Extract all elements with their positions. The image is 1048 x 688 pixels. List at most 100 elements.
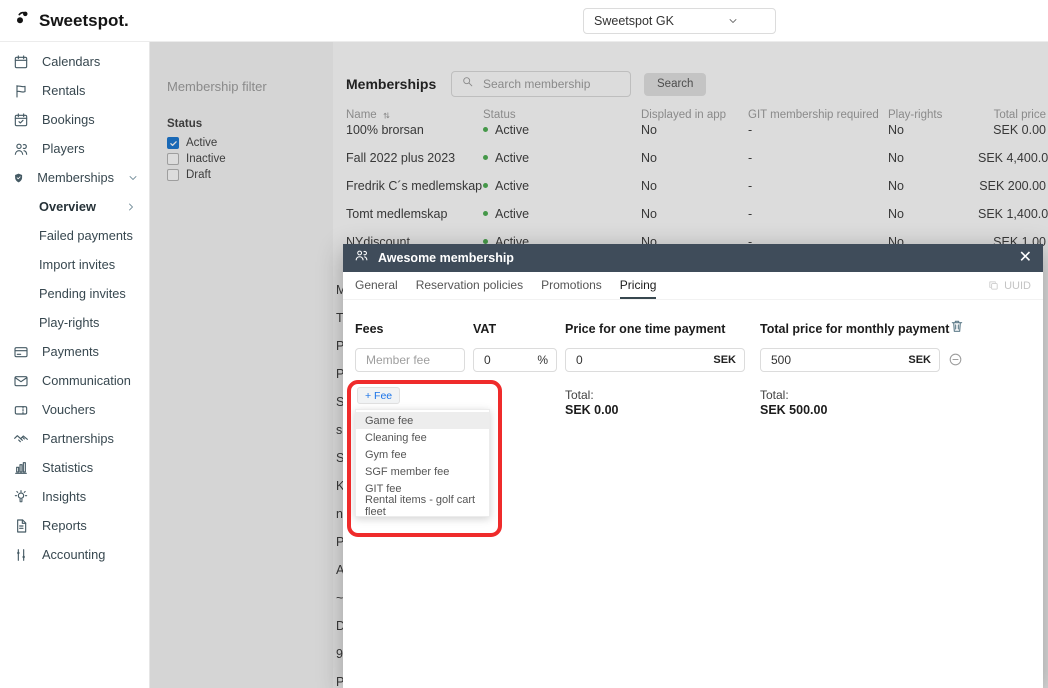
percent-suffix: % <box>537 353 548 367</box>
trash-icon <box>949 318 965 334</box>
top-bar: Sweetspot. Sweetspot GK <box>0 0 1048 42</box>
sidebar-item-label: Payments <box>42 344 99 359</box>
close-icon[interactable]: ✕ <box>1019 250 1032 266</box>
sidebar-item-label: Communication <box>42 373 131 388</box>
tab-general[interactable]: General <box>355 272 398 299</box>
sidebar-item-label: Reports <box>42 518 87 533</box>
sidebar-item-label: Failed payments <box>39 228 133 243</box>
sidebar-item-label: Rentals <box>42 83 85 98</box>
sidebar-item-calendars[interactable]: Calendars <box>0 47 149 76</box>
tab-pricing[interactable]: Pricing <box>620 272 657 299</box>
sweetspot-logo-icon <box>14 9 32 32</box>
tab-reservation-policies[interactable]: Reservation policies <box>416 272 523 299</box>
uuid-button[interactable]: UUID <box>988 280 1031 292</box>
sweetspot-logo-text: Sweetspot. <box>39 11 129 31</box>
sidebar-item-label: Bookings <box>42 112 95 127</box>
fee-type-dropdown: Game feeCleaning feeGym feeSGF member fe… <box>355 409 490 517</box>
logo-mark <box>14 9 32 27</box>
players-icon <box>13 141 29 157</box>
sidebar-item-players[interactable]: Players <box>0 134 149 163</box>
sidebar-item-play-rights[interactable]: Play-rights <box>0 308 149 337</box>
chevron-right-icon <box>125 201 137 213</box>
communication-icon <box>13 373 29 389</box>
fee-option-game-fee[interactable]: Game fee <box>356 412 489 429</box>
memberships-icon <box>13 170 24 186</box>
sidebar-item-label: Import invites <box>39 257 115 272</box>
delete-fee-row-button[interactable] <box>949 318 965 334</box>
sidebar-item-label: Vouchers <box>42 402 95 417</box>
sidebar-item-communication[interactable]: Communication <box>0 366 149 395</box>
fee-option-gym-fee[interactable]: Gym fee <box>356 446 489 463</box>
sidebar-item-bookings[interactable]: Bookings <box>0 105 149 134</box>
sidebar-item-accounting[interactable]: Accounting <box>0 540 149 569</box>
sidebar-item-payments[interactable]: Payments <box>0 337 149 366</box>
sidebar-item-overview[interactable]: Overview <box>0 192 149 221</box>
accounting-icon <box>13 547 29 563</box>
one-time-price-input[interactable] <box>574 352 707 368</box>
sidebar-item-label: Statistics <box>42 460 93 475</box>
bookings-icon <box>13 112 29 128</box>
sidebar-item-label: Insights <box>42 489 86 504</box>
fee-option-cleaning-fee[interactable]: Cleaning fee <box>356 429 489 446</box>
fees-column-label: Fees <box>355 322 384 336</box>
member-fee-input[interactable] <box>364 352 456 368</box>
sweetspot-logo: Sweetspot. <box>14 9 129 32</box>
sidebar-item-insights[interactable]: Insights <box>0 482 149 511</box>
modal-title: Awesome membership <box>378 251 514 265</box>
sidebar-item-vouchers[interactable]: Vouchers <box>0 395 149 424</box>
club-selector-dropdown[interactable]: Sweetspot GK <box>583 8 776 34</box>
monthly-total-label: Total: <box>760 388 789 402</box>
remove-row-icon[interactable] <box>948 352 963 367</box>
sidebar-item-label: Partnerships <box>42 431 114 446</box>
sidebar-item-label: Play-rights <box>39 315 99 330</box>
sidebar-item-memberships[interactable]: Memberships <box>0 163 149 192</box>
add-fee-button[interactable]: + Fee <box>357 387 400 404</box>
sidebar-item-label: Overview <box>39 199 96 214</box>
monthly-column-label: Total price for monthly payment <box>760 322 949 336</box>
app-root: Sweetspot. Sweetspot GK Calendars Rentals… <box>0 0 1048 688</box>
monthly-price-input[interactable] <box>769 352 902 368</box>
sidebar-item-statistics[interactable]: Statistics <box>0 453 149 482</box>
sidebar-item-pending-invites[interactable]: Pending invites <box>0 279 149 308</box>
statistics-icon <box>13 460 29 476</box>
one-time-total-label: Total: <box>565 388 594 402</box>
chevron-down-icon <box>727 15 739 27</box>
monthly-price-field: SEK <box>760 348 940 372</box>
sidebar-item-label: Accounting <box>42 547 105 562</box>
tab-promotions[interactable]: Promotions <box>541 272 602 299</box>
club-selector-value: Sweetspot GK <box>594 14 674 28</box>
sidebar-item-label: Calendars <box>42 54 100 69</box>
sidebar-item-partnerships[interactable]: Partnerships <box>0 424 149 453</box>
uuid-button-label: UUID <box>1004 280 1031 292</box>
reports-icon <box>13 518 29 534</box>
minus-circle-icon <box>948 352 963 367</box>
sidebar-item-label: Pending invites <box>39 286 126 301</box>
calendars-icon <box>13 54 29 70</box>
sidebar-item-rentals[interactable]: Rentals <box>0 76 149 105</box>
membership-modal: Awesome membership ✕ General Reservation … <box>343 244 1043 688</box>
one-time-price-field: SEK <box>565 348 745 372</box>
sidebar-item-label: Memberships <box>37 170 114 185</box>
sek-suffix: SEK <box>713 354 736 366</box>
copy-icon <box>988 280 999 291</box>
vat-column-label: VAT <box>473 322 496 336</box>
sek-suffix: SEK <box>908 354 931 366</box>
payments-icon <box>13 344 29 360</box>
rentals-icon <box>13 83 29 99</box>
chevron-down-icon <box>127 172 139 184</box>
fee-option-rental-items-golf-cart-fleet[interactable]: Rental items - golf cart fleet <box>356 497 489 514</box>
one-time-column-label: Price for one time payment <box>565 322 725 336</box>
vouchers-icon <box>13 402 29 418</box>
one-time-total-value: SEK 0.00 <box>565 403 619 417</box>
sidebar-item-import-invites[interactable]: Import invites <box>0 250 149 279</box>
modal-header: Awesome membership ✕ <box>343 244 1043 272</box>
sidebar-item-failed-payments[interactable]: Failed payments <box>0 221 149 250</box>
insights-icon <box>13 489 29 505</box>
modal-tab-bar: General Reservation policies Promotions Pri… <box>343 272 1043 300</box>
member-fee-field <box>355 348 465 372</box>
sidebar: Calendars Rentals Bookings Players Membershi… <box>0 41 150 688</box>
sidebar-item-reports[interactable]: Reports <box>0 511 149 540</box>
vat-input[interactable] <box>482 352 531 368</box>
sidebar-item-label: Players <box>42 141 85 156</box>
fee-option-sgf-member-fee[interactable]: SGF member fee <box>356 463 489 480</box>
